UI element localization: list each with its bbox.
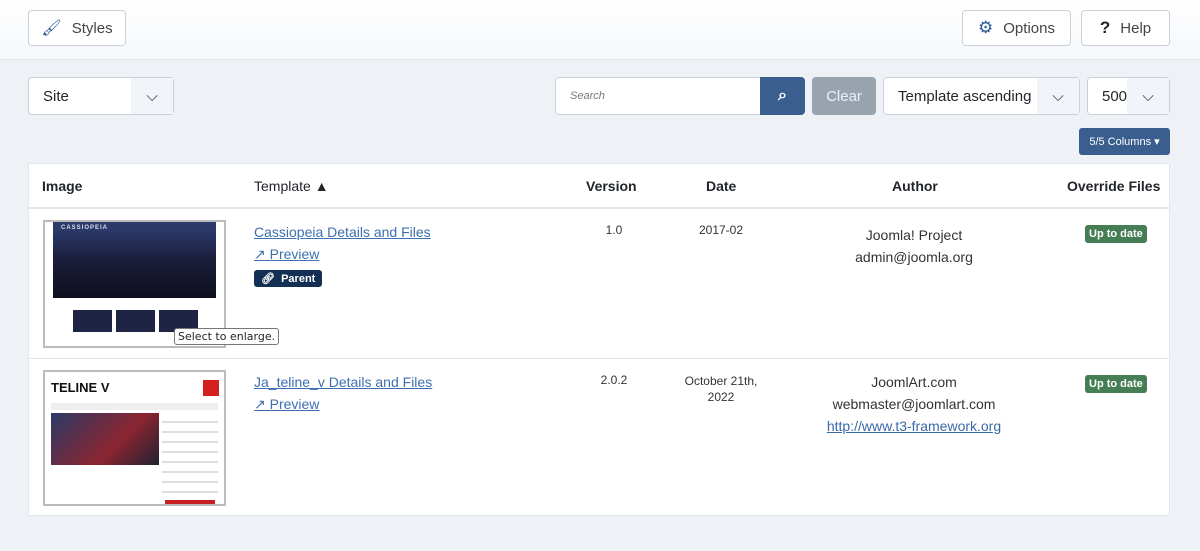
help-button[interactable]: ? Help: [1081, 10, 1170, 46]
template-thumbnail[interactable]: TELINE V: [43, 370, 226, 506]
search-input[interactable]: Search: [555, 77, 761, 115]
thumbnail-logo: TELINE V: [51, 380, 110, 395]
version: 2.0.2: [600, 373, 628, 387]
header-template[interactable]: Template ▲: [254, 178, 329, 194]
chevron-down-icon: ⌵: [1037, 78, 1079, 114]
chevron-down-icon: ⌵: [1127, 78, 1169, 114]
row-divider: [29, 358, 1169, 359]
author-email: webmaster@joomlart.com: [832, 396, 996, 412]
header-image: Image: [42, 178, 83, 194]
tooltip: Select to enlarge.: [174, 328, 280, 345]
clear-button[interactable]: Clear: [812, 77, 876, 115]
parent-badge: 🔗︎ Parent: [254, 270, 323, 287]
gear-icon: ⚙: [978, 18, 994, 37]
ordering-select[interactable]: Template ascending ⌵: [883, 77, 1080, 115]
brush-icon: 🖌︎: [41, 20, 62, 37]
header-version: Version: [586, 178, 637, 194]
options-button[interactable]: ⚙ Options: [962, 10, 1071, 46]
status-badge: Up to date: [1085, 375, 1147, 393]
date: October 21th, 2022: [684, 374, 758, 404]
author-name: Joomla! Project: [865, 227, 963, 243]
external-link-icon: ↗: [254, 246, 266, 262]
client-select[interactable]: Site ⌵: [28, 77, 174, 115]
search-button[interactable]: ⌕: [760, 77, 805, 115]
columns-button[interactable]: 5/5 Columns ▾: [1079, 128, 1170, 155]
external-link-icon: ↗: [254, 396, 266, 412]
styles-button[interactable]: 🖌︎ Styles: [28, 10, 126, 46]
author-name: JoomlArt.com: [871, 374, 957, 390]
version: 1.0: [605, 223, 623, 237]
author-url-link[interactable]: http://www.t3-framework.org: [827, 418, 1001, 434]
preview-link[interactable]: ↗ Preview: [254, 396, 432, 413]
status-badge: Up to date: [1085, 225, 1147, 243]
limit-select[interactable]: 500 ⌵: [1087, 77, 1170, 115]
template-details-link[interactable]: Cassiopeia Details and Files: [254, 224, 431, 240]
header-author: Author: [892, 178, 938, 194]
thumbnail-logo: CASSIOPEIA: [53, 222, 216, 298]
date: 2017-02: [698, 223, 744, 237]
template-details-link[interactable]: Ja_teline_v Details and Files: [254, 374, 432, 390]
header-override: Override Files: [1067, 178, 1161, 194]
search-icon: ⌕: [778, 87, 787, 104]
author-email: admin@joomla.org: [855, 249, 973, 265]
header-date: Date: [706, 178, 737, 194]
preview-link[interactable]: ↗ Preview: [254, 246, 431, 263]
link-icon: 🔗︎: [261, 273, 275, 285]
chevron-down-icon: ⌵: [131, 78, 173, 114]
question-icon: ?: [1099, 18, 1111, 37]
templates-table: Image Template ▲ Version Date Author Ove…: [28, 163, 1170, 516]
